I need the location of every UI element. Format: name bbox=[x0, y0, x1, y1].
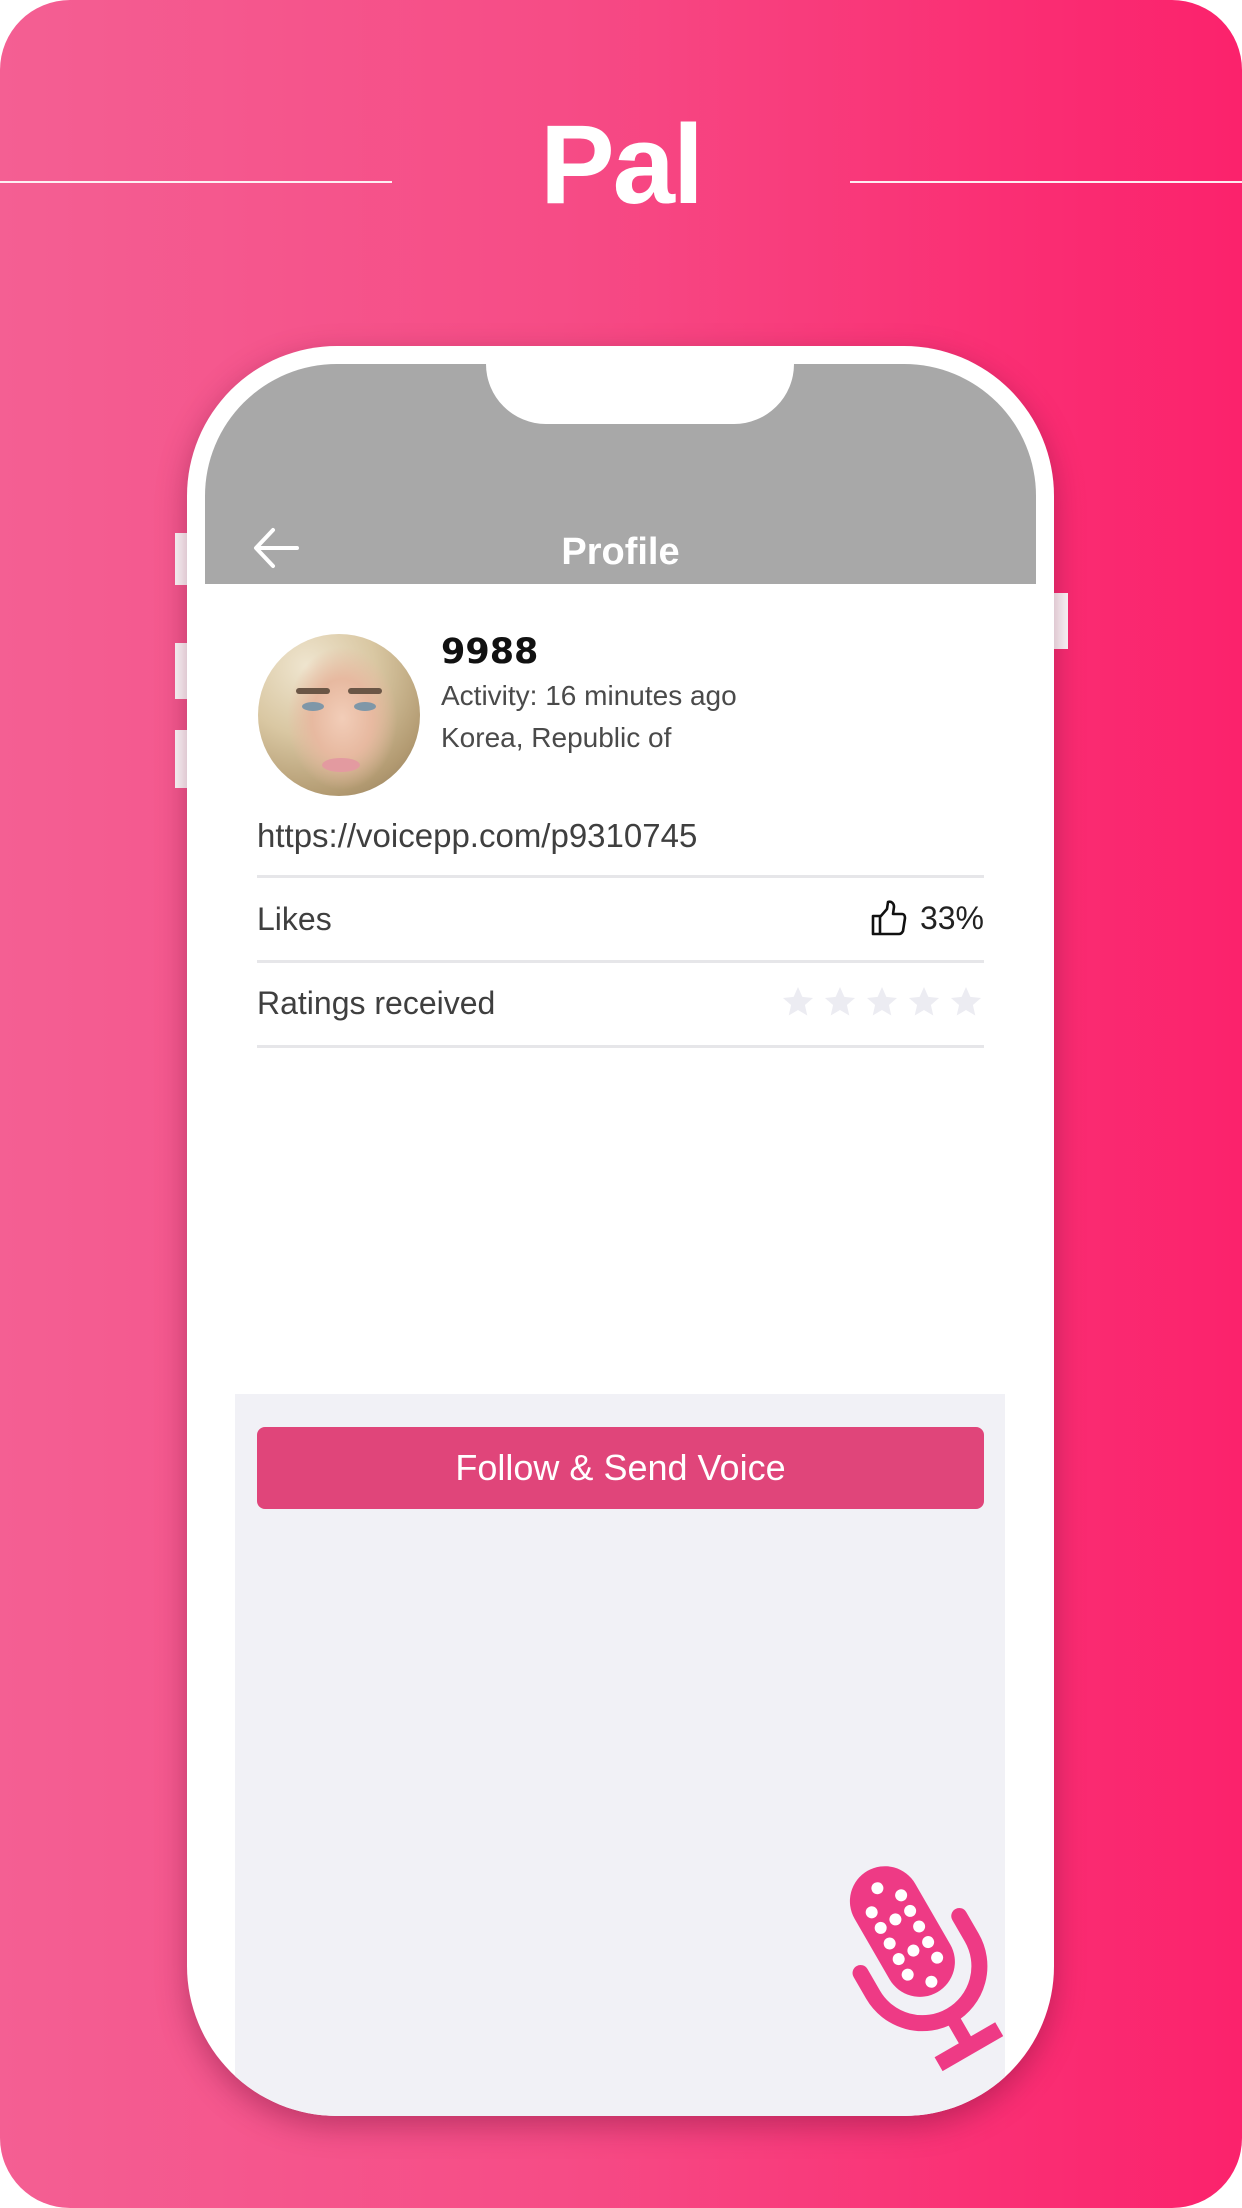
promo-background: Pal Profile 9988 Activity: 16 minutes ag… bbox=[0, 0, 1242, 2208]
phone-notch bbox=[486, 362, 794, 424]
last-activity: Activity: 16 minutes ago bbox=[441, 680, 737, 711]
avatar-detail bbox=[302, 702, 324, 711]
avatar-detail bbox=[348, 688, 382, 694]
divider bbox=[257, 960, 984, 963]
user-location: Korea, Republic of bbox=[441, 722, 672, 753]
divider bbox=[257, 1045, 984, 1048]
avatar[interactable] bbox=[258, 634, 420, 796]
app-title: Pal bbox=[539, 102, 704, 227]
thumbs-up-icon bbox=[871, 900, 907, 936]
star-icon bbox=[867, 987, 897, 1016]
star-icon bbox=[909, 987, 939, 1016]
phone-power-button bbox=[1052, 593, 1068, 649]
star-icon bbox=[951, 987, 981, 1016]
profile-url-link[interactable]: https://voicepp.com/p9310745 bbox=[257, 817, 697, 855]
page-title: Profile bbox=[561, 531, 680, 573]
star-icon bbox=[825, 987, 855, 1016]
avatar-detail bbox=[296, 688, 330, 694]
likes-value: 33% bbox=[919, 899, 984, 936]
likes-label: Likes bbox=[257, 901, 332, 937]
likes-stat: 33% bbox=[870, 899, 984, 937]
rating-stars bbox=[780, 984, 984, 1020]
avatar-detail bbox=[322, 758, 360, 772]
microphone-icon bbox=[849, 1866, 1004, 2072]
avatar-detail bbox=[354, 702, 376, 711]
ratings-label: Ratings received bbox=[257, 985, 496, 1021]
follow-send-voice-button[interactable]: Follow & Send Voice bbox=[257, 1427, 984, 1509]
star-icon bbox=[783, 987, 813, 1016]
nav-header: Profile bbox=[205, 362, 1036, 584]
user-name: 9988 bbox=[441, 632, 539, 672]
divider bbox=[257, 875, 984, 878]
